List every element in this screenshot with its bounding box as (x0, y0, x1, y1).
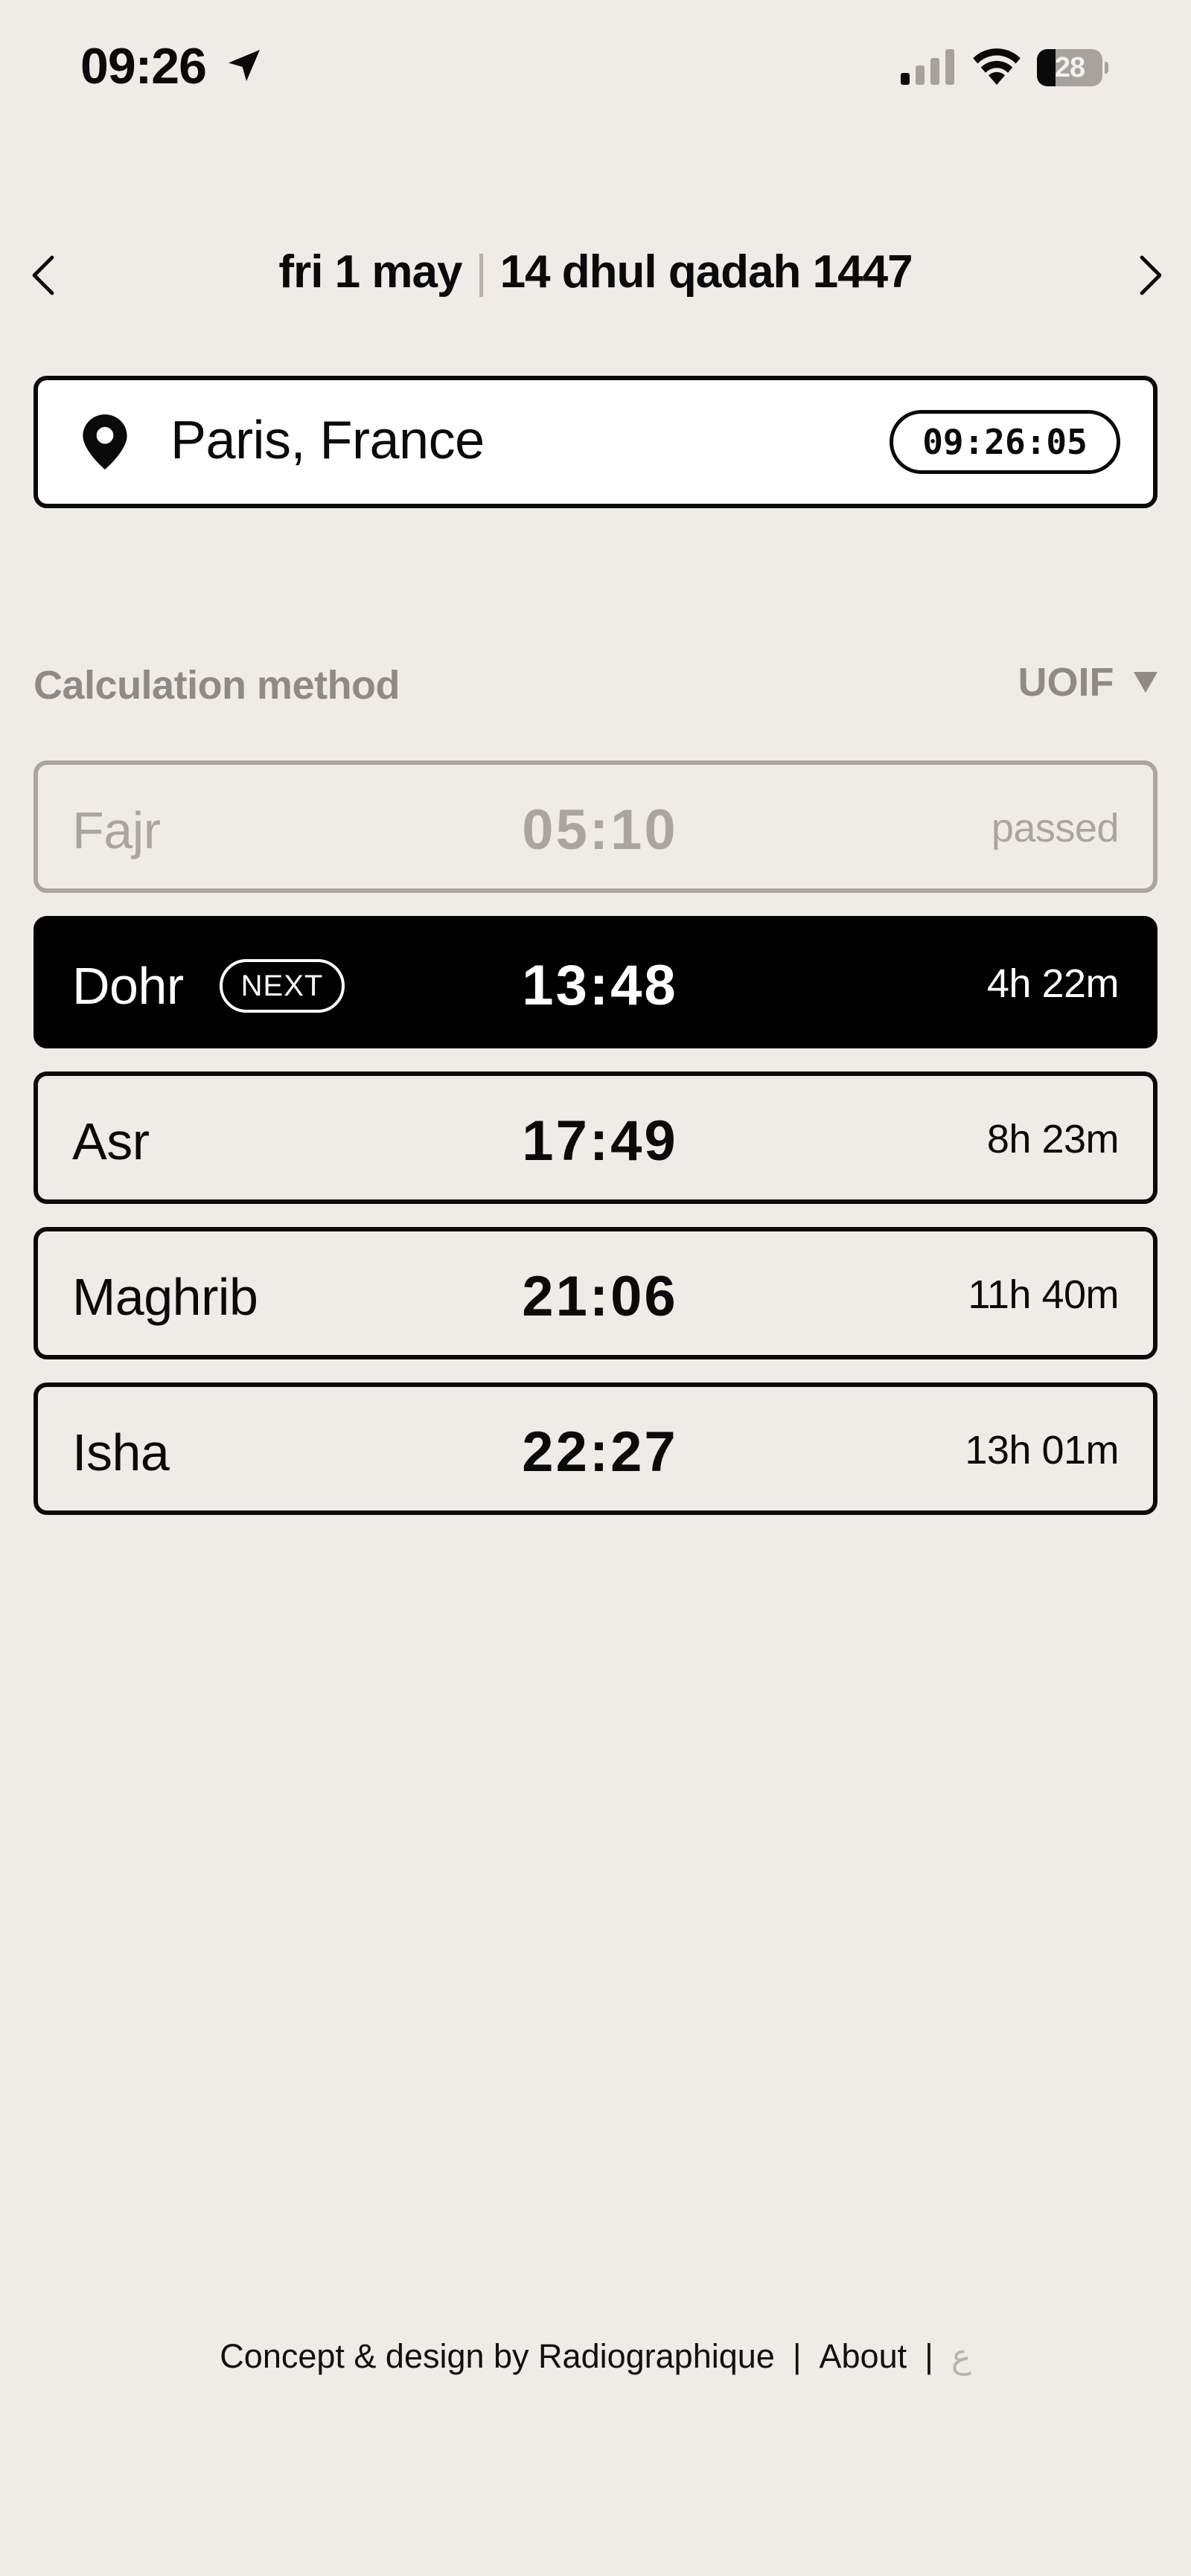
calculation-method-value: UOIF (1018, 660, 1114, 705)
calculation-method-row: Calculation method UOIF (33, 655, 1158, 714)
language-toggle[interactable]: ع (951, 2336, 971, 2376)
hijri-date: 14 dhul qadah 1447 (499, 246, 913, 298)
credit-link[interactable]: Concept & design by Radiographique (220, 2337, 775, 2375)
prayer-countdown: 13h 01m (965, 1428, 1119, 1473)
date-display: fri 1 may | 14 dhul qadah 1447 (0, 246, 1191, 298)
footer-separator: | (792, 2337, 802, 2375)
prayer-row-asr[interactable]: Asr 17:49 8h 23m (33, 1071, 1158, 1204)
date-navigator: fri 1 may | 14 dhul qadah 1447 (0, 223, 1191, 327)
caret-down-icon (1134, 672, 1158, 693)
footer: Concept & design by Radiographique | About… (0, 2336, 1191, 2376)
location-name: Paris, France (170, 411, 485, 470)
date-separator: | (475, 246, 487, 298)
wifi-icon (973, 48, 1021, 85)
prayer-countdown: 8h 23m (986, 1117, 1120, 1162)
battery-cap (1105, 62, 1108, 74)
chevron-right-icon[interactable] (1127, 253, 1172, 298)
battery-icon: 28 (1037, 49, 1108, 86)
current-clock-badge: 09:26:05 (890, 410, 1120, 474)
prayer-countdown: 11h 40m (968, 1272, 1119, 1317)
prayer-row-maghrib[interactable]: Maghrib 21:06 11h 40m (33, 1227, 1158, 1359)
prayer-status: passed (991, 806, 1120, 850)
gregorian-date: fri 1 may (278, 246, 462, 298)
battery-body: 28 (1037, 49, 1102, 86)
calculation-method-label: Calculation method (33, 663, 400, 708)
battery-level: 28 (1054, 52, 1085, 83)
status-time: 09:26 (80, 38, 207, 94)
prayer-row-fajr[interactable]: Fajr 05:10 passed (33, 760, 1158, 893)
about-link[interactable]: About (820, 2337, 907, 2375)
location-arrow-icon (229, 50, 260, 81)
map-pin-icon (83, 414, 127, 470)
cellular-signal-icon (901, 49, 954, 85)
prayer-row-isha[interactable]: Isha 22:27 13h 01m (33, 1382, 1158, 1515)
prayer-countdown: 4h 22m (986, 961, 1120, 1006)
calculation-method-select[interactable]: UOIF (1018, 659, 1158, 711)
status-bar: 09:26 28 (0, 0, 1191, 134)
footer-separator: | (925, 2337, 933, 2375)
location-card[interactable]: Paris, France 09:26:05 (33, 376, 1158, 508)
prayer-row-dohr[interactable]: Dohr NEXT 13:48 4h 22m (33, 916, 1158, 1048)
